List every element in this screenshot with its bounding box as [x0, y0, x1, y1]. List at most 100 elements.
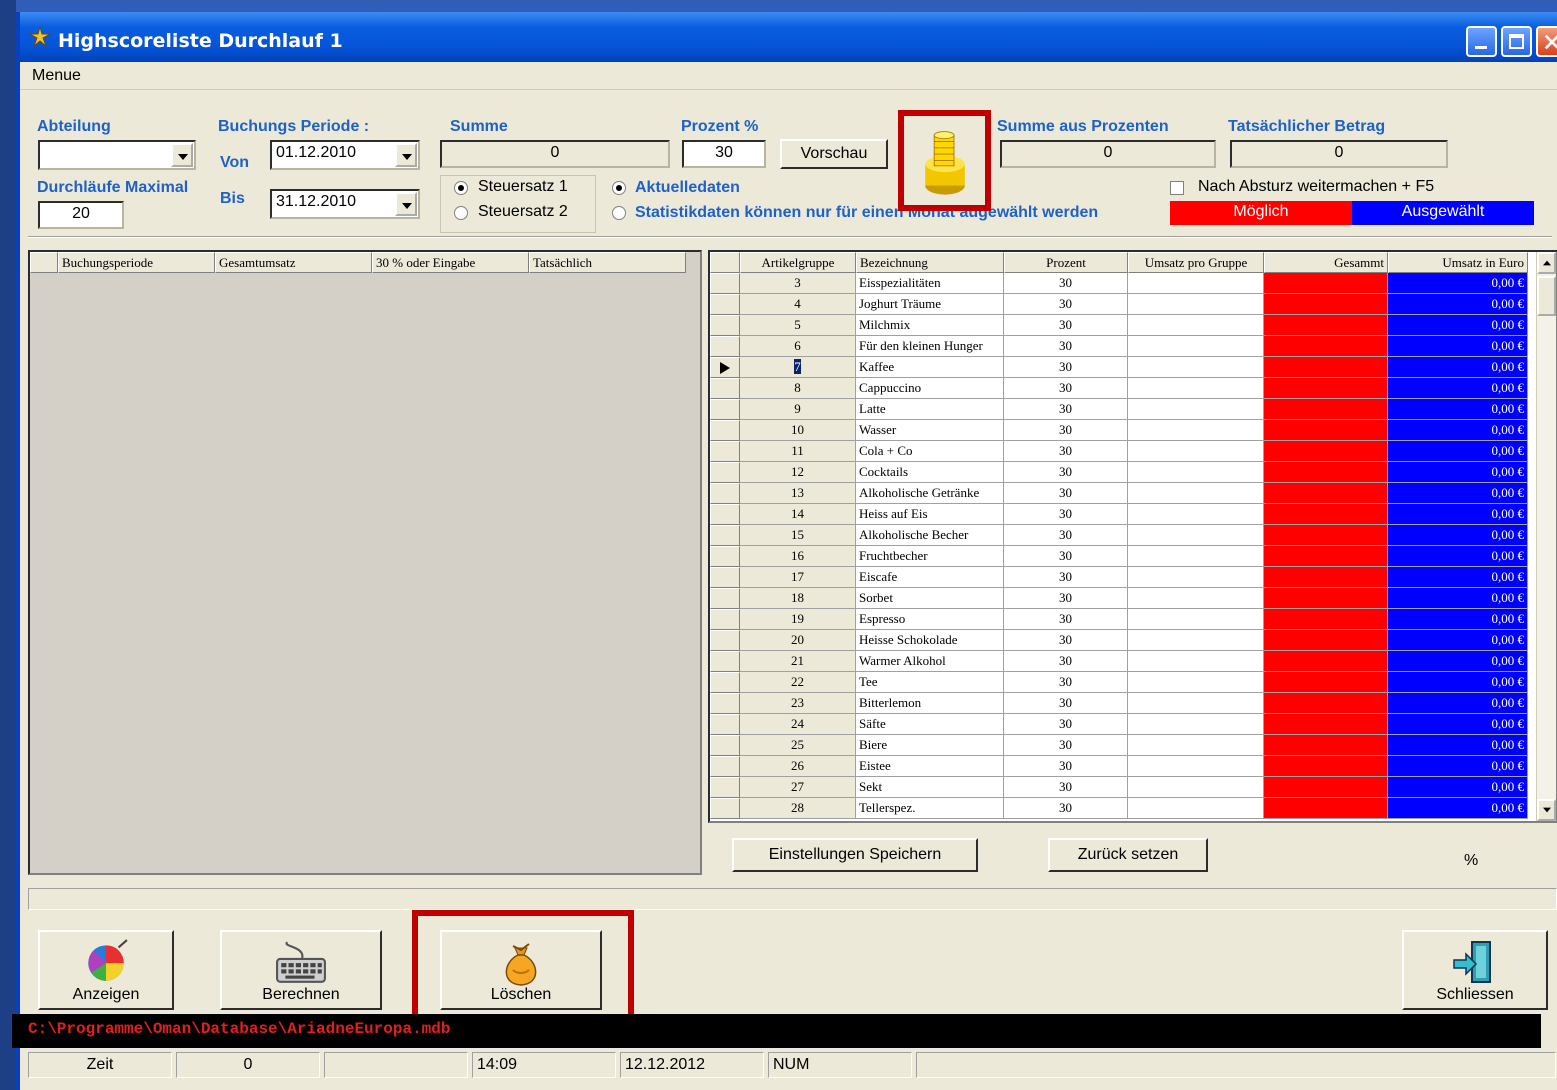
- cell-umsatz-euro[interactable]: 0,00 €: [1388, 609, 1528, 630]
- cell-bezeichnung[interactable]: Warmer Alkohol: [856, 651, 1004, 672]
- cell-umsatz-euro[interactable]: 0,00 €: [1388, 714, 1528, 735]
- cell-gesammt[interactable]: [1264, 336, 1388, 357]
- cell-artikelgruppe[interactable]: 28: [740, 798, 856, 819]
- einstellungen-speichern-button[interactable]: Einstellungen Speichern: [732, 838, 978, 872]
- cell-umsatz-euro[interactable]: 0,00 €: [1388, 399, 1528, 420]
- cell-gesammt[interactable]: [1264, 735, 1388, 756]
- cell-umsatz-gruppe[interactable]: [1128, 672, 1264, 693]
- cell-artikelgruppe[interactable]: 4: [740, 294, 856, 315]
- row-selector[interactable]: [710, 693, 740, 714]
- cell-artikelgruppe[interactable]: 25: [740, 735, 856, 756]
- cell-umsatz-gruppe[interactable]: [1128, 777, 1264, 798]
- cell-umsatz-gruppe[interactable]: [1128, 798, 1264, 819]
- cell-prozent[interactable]: 30: [1004, 714, 1128, 735]
- cell-prozent[interactable]: 30: [1004, 651, 1128, 672]
- cell-umsatz-gruppe[interactable]: [1128, 546, 1264, 567]
- chevron-down-icon[interactable]: [395, 192, 417, 216]
- row-selector[interactable]: [710, 462, 740, 483]
- cell-umsatz-euro[interactable]: 0,00 €: [1388, 693, 1528, 714]
- von-date-field[interactable]: 01.12.2010: [270, 140, 420, 170]
- cell-umsatz-euro[interactable]: 0,00 €: [1388, 588, 1528, 609]
- cell-artikelgruppe[interactable]: 27: [740, 777, 856, 798]
- cell-gesammt[interactable]: [1264, 525, 1388, 546]
- right-col-header[interactable]: Artikelgruppe: [740, 252, 856, 273]
- cell-gesammt[interactable]: [1264, 399, 1388, 420]
- cell-umsatz-gruppe[interactable]: [1128, 756, 1264, 777]
- zuruck-setzen-button[interactable]: Zurück setzen: [1048, 838, 1208, 872]
- loeschen-button[interactable]: Löschen: [440, 930, 602, 1010]
- cell-bezeichnung[interactable]: Cappuccino: [856, 378, 1004, 399]
- row-selector[interactable]: [710, 567, 740, 588]
- cell-umsatz-euro[interactable]: 0,00 €: [1388, 651, 1528, 672]
- cell-artikelgruppe[interactable]: 13: [740, 483, 856, 504]
- cell-gesammt[interactable]: [1264, 420, 1388, 441]
- cell-umsatz-euro[interactable]: 0,00 €: [1388, 672, 1528, 693]
- row-selector[interactable]: [710, 630, 740, 651]
- cell-bezeichnung[interactable]: Cola + Co: [856, 441, 1004, 462]
- cell-umsatz-gruppe[interactable]: [1128, 315, 1264, 336]
- cell-umsatz-gruppe[interactable]: [1128, 630, 1264, 651]
- cell-umsatz-euro[interactable]: 0,00 €: [1388, 378, 1528, 399]
- cell-prozent[interactable]: 30: [1004, 420, 1128, 441]
- cell-umsatz-gruppe[interactable]: [1128, 693, 1264, 714]
- cell-umsatz-euro[interactable]: 0,00 €: [1388, 336, 1528, 357]
- cell-artikelgruppe[interactable]: 10: [740, 420, 856, 441]
- cell-bezeichnung[interactable]: Biere: [856, 735, 1004, 756]
- cell-umsatz-euro[interactable]: 0,00 €: [1388, 756, 1528, 777]
- cell-artikelgruppe[interactable]: 12: [740, 462, 856, 483]
- cell-umsatz-gruppe[interactable]: [1128, 294, 1264, 315]
- cell-artikelgruppe[interactable]: 9: [740, 399, 856, 420]
- bis-date-field[interactable]: 31.12.2010: [270, 189, 420, 219]
- cell-prozent[interactable]: 30: [1004, 567, 1128, 588]
- cell-umsatz-euro[interactable]: 0,00 €: [1388, 504, 1528, 525]
- cell-prozent[interactable]: 30: [1004, 315, 1128, 336]
- cell-gesammt[interactable]: [1264, 777, 1388, 798]
- cell-gesammt[interactable]: [1264, 546, 1388, 567]
- cell-umsatz-gruppe[interactable]: [1128, 735, 1264, 756]
- cell-umsatz-gruppe[interactable]: [1128, 714, 1264, 735]
- cell-artikelgruppe[interactable]: 23: [740, 693, 856, 714]
- cell-umsatz-gruppe[interactable]: [1128, 420, 1264, 441]
- left-col-header[interactable]: Gesamtumsatz: [215, 252, 372, 273]
- cell-gesammt[interactable]: [1264, 504, 1388, 525]
- row-selector[interactable]: [710, 483, 740, 504]
- cell-artikelgruppe[interactable]: 6: [740, 336, 856, 357]
- cell-prozent[interactable]: 30: [1004, 294, 1128, 315]
- row-selector[interactable]: [710, 609, 740, 630]
- vorschau-button[interactable]: Vorschau: [780, 139, 888, 169]
- scroll-up-button[interactable]: [1537, 252, 1556, 274]
- cell-artikelgruppe[interactable]: 22: [740, 672, 856, 693]
- right-col-header[interactable]: Umsatz in Euro: [1388, 252, 1528, 273]
- maximize-button[interactable]: [1501, 26, 1532, 57]
- right-col-header[interactable]: Umsatz pro Gruppe: [1128, 252, 1264, 273]
- cell-artikelgruppe-current[interactable]: 7: [740, 357, 856, 378]
- cell-bezeichnung[interactable]: Tellerspez.: [856, 798, 1004, 819]
- cell-umsatz-euro[interactable]: 0,00 €: [1388, 357, 1528, 378]
- statistikdaten-radio[interactable]: [612, 206, 626, 220]
- row-selector[interactable]: [710, 735, 740, 756]
- cell-artikelgruppe[interactable]: 20: [740, 630, 856, 651]
- cell-prozent[interactable]: 30: [1004, 630, 1128, 651]
- cell-artikelgruppe[interactable]: 21: [740, 651, 856, 672]
- berechnen-button[interactable]: Berechnen: [220, 930, 382, 1010]
- row-selector[interactable]: [710, 777, 740, 798]
- schliessen-button[interactable]: Schliessen: [1402, 930, 1548, 1010]
- cell-prozent[interactable]: 30: [1004, 609, 1128, 630]
- cell-bezeichnung[interactable]: Espresso: [856, 609, 1004, 630]
- row-selector[interactable]: [710, 315, 740, 336]
- cell-prozent[interactable]: 30: [1004, 483, 1128, 504]
- cell-artikelgruppe[interactable]: 17: [740, 567, 856, 588]
- cell-umsatz-gruppe[interactable]: [1128, 504, 1264, 525]
- cell-bezeichnung[interactable]: Sekt: [856, 777, 1004, 798]
- cell-bezeichnung[interactable]: Sorbet: [856, 588, 1004, 609]
- row-selector[interactable]: [710, 546, 740, 567]
- cell-umsatz-euro[interactable]: 0,00 €: [1388, 315, 1528, 336]
- cell-gesammt[interactable]: [1264, 693, 1388, 714]
- cell-gesammt[interactable]: [1264, 483, 1388, 504]
- row-selector[interactable]: [710, 294, 740, 315]
- row-selector[interactable]: [710, 378, 740, 399]
- cell-bezeichnung[interactable]: Für den kleinen Hunger: [856, 336, 1004, 357]
- cell-umsatz-euro[interactable]: 0,00 €: [1388, 567, 1528, 588]
- cell-artikelgruppe[interactable]: 3: [740, 273, 856, 294]
- cell-umsatz-euro[interactable]: 0,00 €: [1388, 483, 1528, 504]
